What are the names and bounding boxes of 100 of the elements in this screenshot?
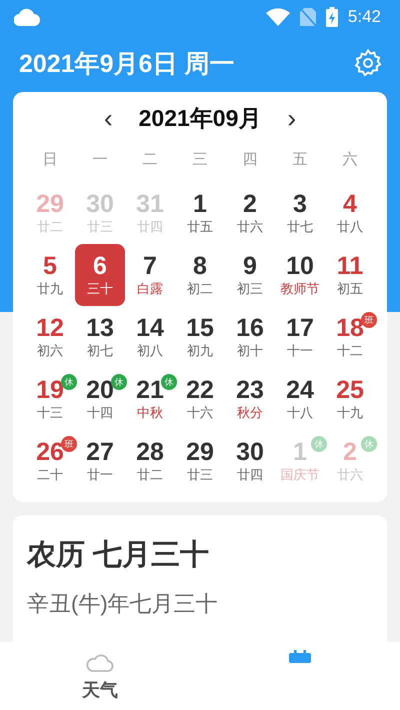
day-cell[interactable]: 28 廿二 xyxy=(125,430,175,492)
lunar-date: 廿八 xyxy=(337,218,363,236)
lunar-date: 十三 xyxy=(37,404,63,422)
lunar-date: 教师节 xyxy=(280,280,320,298)
lunar-date: 中秋 xyxy=(137,404,163,422)
weekday-label: 三 xyxy=(192,150,208,170)
lunar-date: 初九 xyxy=(187,342,213,360)
lunar-date: 十一 xyxy=(287,342,313,360)
lunar-date: 初二 xyxy=(187,280,213,298)
day-number: 16 xyxy=(236,314,264,342)
weekday-label: 四 xyxy=(242,150,258,170)
lunar-date: 十二 xyxy=(337,342,363,360)
previous-month-button[interactable]: ‹ xyxy=(100,105,117,131)
day-number: 30 xyxy=(236,438,264,466)
day-number: 29 xyxy=(186,438,214,466)
day-cell[interactable]: 13 初七 xyxy=(75,306,125,368)
lunar-date: 十四 xyxy=(87,404,113,422)
holiday-badge: 班 xyxy=(61,436,77,452)
lunar-date: 初八 xyxy=(137,342,163,360)
day-cell[interactable]: 4 廿八 xyxy=(325,182,375,244)
day-number: 7 xyxy=(143,252,157,280)
lunar-date: 廿四 xyxy=(137,218,163,236)
lunar-date: 廿二 xyxy=(37,218,63,236)
settings-icon[interactable] xyxy=(353,48,383,78)
day-number: 28 xyxy=(136,438,164,466)
day-cell[interactable]: 23 秋分 xyxy=(225,368,275,430)
lunar-date: 廿三 xyxy=(187,466,213,484)
calendar-icon xyxy=(288,650,312,664)
wifi-icon xyxy=(266,8,290,26)
lunar-date: 十六 xyxy=(187,404,213,422)
holiday-badge: 休 xyxy=(161,374,177,390)
lunar-date: 初七 xyxy=(87,342,113,360)
lunar-date: 十九 xyxy=(337,404,363,422)
lunar-date: 秋分 xyxy=(237,404,263,422)
day-cell[interactable]: 22 十六 xyxy=(175,368,225,430)
lunar-date: 廿六 xyxy=(237,218,263,236)
status-time: 5:42 xyxy=(348,7,381,27)
weekday-label: 一 xyxy=(92,150,108,170)
day-cell[interactable]: 17 十一 xyxy=(275,306,325,368)
lunar-date: 初十 xyxy=(237,342,263,360)
lunar-title: 农历 七月三十 xyxy=(27,538,210,573)
weather-tab[interactable]: 天气 xyxy=(0,642,200,710)
date-title: 2021年9月6日 周一 xyxy=(19,48,234,80)
day-number: 22 xyxy=(186,376,214,404)
day-cell[interactable]: 15 初九 xyxy=(175,306,225,368)
lunar-date: 白露 xyxy=(137,280,163,298)
no-sim-icon xyxy=(300,8,316,26)
lunar-subtitle: 辛丑(牛)年七月三十 xyxy=(27,590,219,618)
lunar-date: 十八 xyxy=(287,404,313,422)
day-number: 5 xyxy=(43,252,57,280)
lunar-date: 廿一 xyxy=(87,466,113,484)
lunar-date: 国庆节 xyxy=(280,466,320,484)
lunar-date: 初五 xyxy=(337,280,363,298)
day-cell[interactable]: 27 廿一 xyxy=(75,430,125,492)
day-cell[interactable]: 8 初二 xyxy=(175,244,225,306)
day-cell[interactable]: 25 十九 xyxy=(325,368,375,430)
day-cell[interactable]: 12 初六 xyxy=(25,306,75,368)
day-cell[interactable]: 2 廿六 xyxy=(225,182,275,244)
lunar-date: 廿二 xyxy=(137,466,163,484)
day-cell[interactable]: 14 初八 xyxy=(125,306,175,368)
day-cell[interactable]: 1 廿五 xyxy=(175,182,225,244)
day-number: 25 xyxy=(336,376,364,404)
day-number: 4 xyxy=(343,190,357,218)
day-cell[interactable]: 16 初十 xyxy=(225,306,275,368)
day-cell[interactable]: 29 廿三 xyxy=(175,430,225,492)
holiday-badge: 休 xyxy=(361,436,377,452)
day-number: 14 xyxy=(136,314,164,342)
day-cell[interactable]: 5 廿九 xyxy=(25,244,75,306)
day-number: 26 xyxy=(36,438,64,466)
day-cell[interactable]: 24 十八 xyxy=(275,368,325,430)
day-number: 10 xyxy=(286,252,314,280)
day-number: 11 xyxy=(336,252,364,280)
next-month-button[interactable]: › xyxy=(283,105,300,131)
day-cell[interactable]: 10 教师节 xyxy=(275,244,325,306)
lunar-date: 廿六 xyxy=(337,466,363,484)
cloud-icon xyxy=(14,8,40,26)
day-cell[interactable]: 9 初三 xyxy=(225,244,275,306)
day-cell[interactable]: 7 白露 xyxy=(125,244,175,306)
day-number: 13 xyxy=(86,314,114,342)
day-number: 1 xyxy=(193,190,207,218)
selected-day-cell[interactable]: 6 三十 xyxy=(75,244,125,306)
day-cell[interactable]: 30 廿四 xyxy=(225,430,275,492)
lunar-date: 初六 xyxy=(37,342,63,360)
day-number: 27 xyxy=(86,438,114,466)
weekday-label: 六 xyxy=(342,150,358,170)
holiday-badge: 班 xyxy=(361,312,377,328)
lunar-date: 二十 xyxy=(37,466,63,484)
lunar-date: 廿五 xyxy=(187,218,213,236)
day-cell[interactable]: 11 初五 xyxy=(325,244,375,306)
day-number: 8 xyxy=(193,252,207,280)
day-number: 6 xyxy=(93,252,107,280)
day-number: 12 xyxy=(36,314,64,342)
lunar-date: 三十 xyxy=(87,280,113,298)
day-cell[interactable]: 3 廿七 xyxy=(275,182,325,244)
battery-icon xyxy=(326,7,338,27)
lunar-date: 廿三 xyxy=(87,218,113,236)
day-number: 18 xyxy=(336,314,364,342)
weekday-label: 日 xyxy=(42,150,58,170)
day-number: 29 xyxy=(36,190,64,218)
day-number: 9 xyxy=(243,252,257,280)
